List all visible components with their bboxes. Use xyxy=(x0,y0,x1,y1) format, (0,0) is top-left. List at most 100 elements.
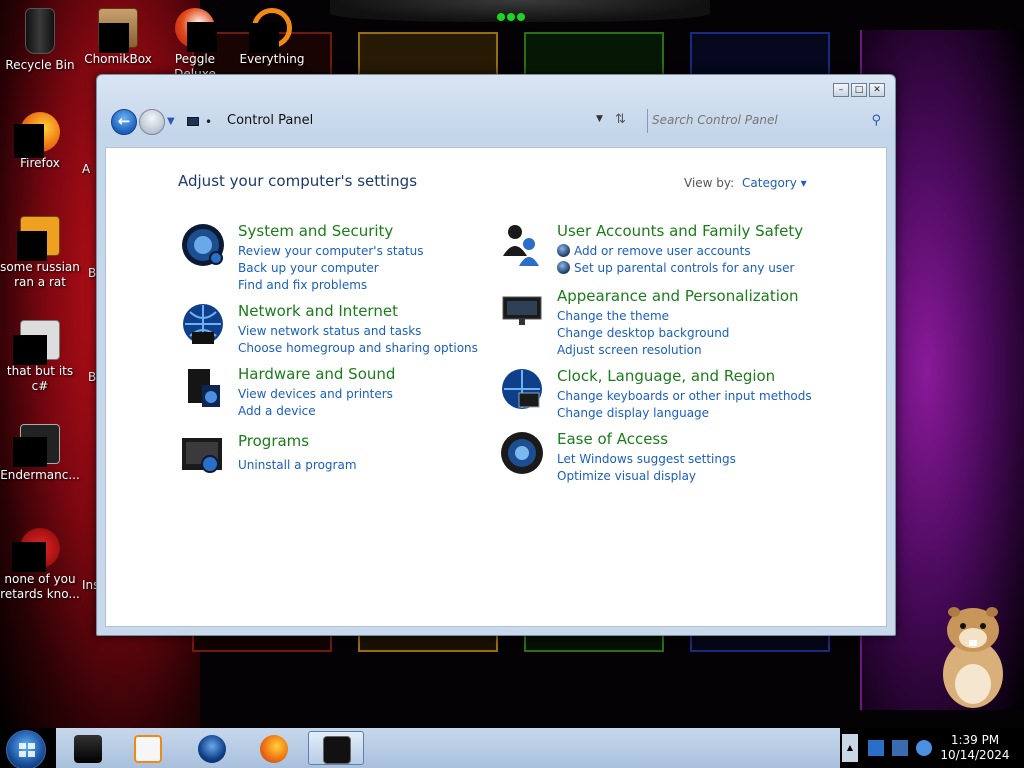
desktop-icon-label: some russian ran a rat xyxy=(0,260,80,289)
system-tray: ▲ 1:39 PM 10/14/2024 xyxy=(842,728,1024,768)
media-player-icon xyxy=(134,735,162,763)
monitor-icon[interactable] xyxy=(499,287,545,333)
ease-of-access-icon[interactable] xyxy=(499,430,545,476)
link-parental-controls[interactable]: Set up parental controls for any user xyxy=(557,260,794,277)
desktop-icon-some-russian[interactable]: some russian ran a rat xyxy=(0,216,80,290)
link-network-status[interactable]: View network status and tasks xyxy=(238,323,478,340)
desktop-icon-label: B xyxy=(88,266,97,280)
link-review-status[interactable]: Review your computer's status xyxy=(238,243,424,260)
category-title[interactable]: System and Security xyxy=(238,222,393,240)
network-icon[interactable] xyxy=(892,740,908,756)
page-title: Adjust your computer's settings xyxy=(178,172,418,190)
volume-icon[interactable] xyxy=(916,740,932,756)
navigation-bar: ← ▼ • Control Panel ▼ ⇅ ⚲ xyxy=(109,107,887,137)
desktop-icon-endermanc[interactable]: Endermanc... xyxy=(0,424,80,483)
refresh-icon[interactable]: ⇅ xyxy=(615,112,626,127)
chomikbox-icon xyxy=(98,8,138,53)
desktop-icon-label: Firefox xyxy=(20,156,60,170)
shield-icon xyxy=(557,244,570,257)
link-display-language[interactable]: Change display language xyxy=(557,405,812,422)
desktop-icon-chomikbox[interactable]: ChomikBox xyxy=(78,8,158,67)
close-button[interactable]: ✕ xyxy=(869,83,885,97)
taskbar-strip xyxy=(56,728,840,768)
link-suggest-settings[interactable]: Let Windows suggest settings xyxy=(557,451,736,468)
programs-icon[interactable] xyxy=(180,432,226,478)
taskbar-firefox[interactable] xyxy=(246,731,302,765)
taskbar-terminal-app[interactable] xyxy=(60,731,116,765)
chrome-like-icon xyxy=(12,528,60,572)
users-icon[interactable] xyxy=(499,222,545,268)
control-panel-icon xyxy=(323,736,351,764)
link-add-device[interactable]: Add a device xyxy=(238,403,393,420)
category-title[interactable]: Clock, Language, and Region xyxy=(557,367,775,385)
taskbar: ▲ 1:39 PM 10/14/2024 xyxy=(0,728,1024,768)
link-change-theme[interactable]: Change the theme xyxy=(557,308,729,325)
everything-search-icon xyxy=(249,8,292,53)
desktop-icon-none-of-you[interactable]: none of you retards kno... xyxy=(0,528,80,602)
category-title[interactable]: Programs xyxy=(238,432,309,450)
firefox-icon xyxy=(14,112,60,158)
maximize-button[interactable]: □ xyxy=(851,83,867,97)
link-back-up[interactable]: Back up your computer xyxy=(238,260,424,277)
desktop-icon-firefox[interactable]: Firefox xyxy=(0,112,80,171)
shield-globe-icon[interactable] xyxy=(180,222,226,268)
rat-app-icon xyxy=(17,216,60,261)
show-hidden-icons-button[interactable]: ▲ xyxy=(842,734,858,762)
taskbar-globe-app[interactable] xyxy=(184,731,240,765)
link-screen-resolution[interactable]: Adjust screen resolution xyxy=(557,342,729,359)
firefox-icon xyxy=(260,735,288,763)
minimize-button[interactable]: – xyxy=(833,83,849,97)
category-title[interactable]: Hardware and Sound xyxy=(238,365,395,383)
desktop-icon-everything[interactable]: Everything xyxy=(232,8,312,67)
desktop-icon-recycle-bin[interactable]: Recycle Bin xyxy=(0,8,80,73)
clock-date: 10/14/2024 xyxy=(940,748,1010,762)
desktop-icon-partial-a[interactable]: A xyxy=(82,162,96,177)
desktop-icon-csharp[interactable]: that but its c# xyxy=(0,320,80,394)
link-find-fix[interactable]: Find and fix problems xyxy=(238,277,424,294)
windows-logo-icon xyxy=(19,743,35,757)
link-add-remove-users[interactable]: Add or remove user accounts xyxy=(557,243,794,260)
category-title[interactable]: Ease of Access xyxy=(557,430,668,448)
breadcrumb-control-panel[interactable]: Control Panel xyxy=(227,113,313,128)
link-optimize-display[interactable]: Optimize visual display xyxy=(557,468,736,485)
view-by-dropdown[interactable]: Category xyxy=(742,176,807,190)
forward-button[interactable] xyxy=(139,109,165,135)
link-label: Add or remove user accounts xyxy=(574,244,751,258)
category-title[interactable]: Network and Internet xyxy=(238,302,398,320)
search-box: ⚲ xyxy=(647,109,885,133)
desktop-icon-peggle-deluxe[interactable]: Peggle Deluxe xyxy=(155,8,235,82)
link-keyboards[interactable]: Change keyboards or other input methods xyxy=(557,388,812,405)
printer-speaker-icon[interactable] xyxy=(180,365,226,411)
recycle-bin-icon xyxy=(25,8,55,54)
start-button[interactable] xyxy=(6,730,46,768)
link-label: Set up parental controls for any user xyxy=(574,261,795,275)
taskbar-clock[interactable]: 1:39 PM 10/14/2024 xyxy=(940,733,1010,763)
desktop-icon-label: A xyxy=(82,162,91,176)
globe-app-icon xyxy=(198,735,226,763)
tray-app-icon[interactable] xyxy=(868,740,884,756)
wallpaper-green-lights xyxy=(497,6,527,21)
desktop-icon-label: Everything xyxy=(239,52,305,66)
search-input[interactable] xyxy=(648,109,858,131)
address-dropdown-icon[interactable]: ▼ xyxy=(596,114,603,124)
clock-time: 1:39 PM xyxy=(950,733,1000,747)
link-homegroup[interactable]: Choose homegroup and sharing options xyxy=(238,340,478,357)
taskbar-media-player[interactable] xyxy=(120,731,176,765)
search-icon[interactable]: ⚲ xyxy=(871,113,881,128)
desktop-icon-label: B xyxy=(88,370,97,384)
taskbar-control-panel[interactable] xyxy=(308,731,364,765)
back-button[interactable]: ← xyxy=(111,109,137,135)
link-uninstall-program[interactable]: Uninstall a program xyxy=(238,457,357,474)
link-desktop-background[interactable]: Change desktop background xyxy=(557,325,729,342)
recent-pages-dropdown[interactable]: ▼ xyxy=(167,116,175,127)
category-title[interactable]: User Accounts and Family Safety xyxy=(557,222,803,240)
content-area: Adjust your computer's settings View by:… xyxy=(105,147,887,627)
link-devices-printers[interactable]: View devices and printers xyxy=(238,386,393,403)
category-title[interactable]: Appearance and Personalization xyxy=(557,287,799,305)
network-globe-icon[interactable] xyxy=(180,302,226,348)
clock-globe-icon[interactable] xyxy=(499,367,545,413)
desktop-icon-label: that but its c# xyxy=(6,364,74,393)
breadcrumb-separator-icon[interactable]: • xyxy=(205,115,212,129)
desktop-icon-label: Endermanc... xyxy=(0,468,80,482)
control-panel-address-icon xyxy=(187,117,199,126)
